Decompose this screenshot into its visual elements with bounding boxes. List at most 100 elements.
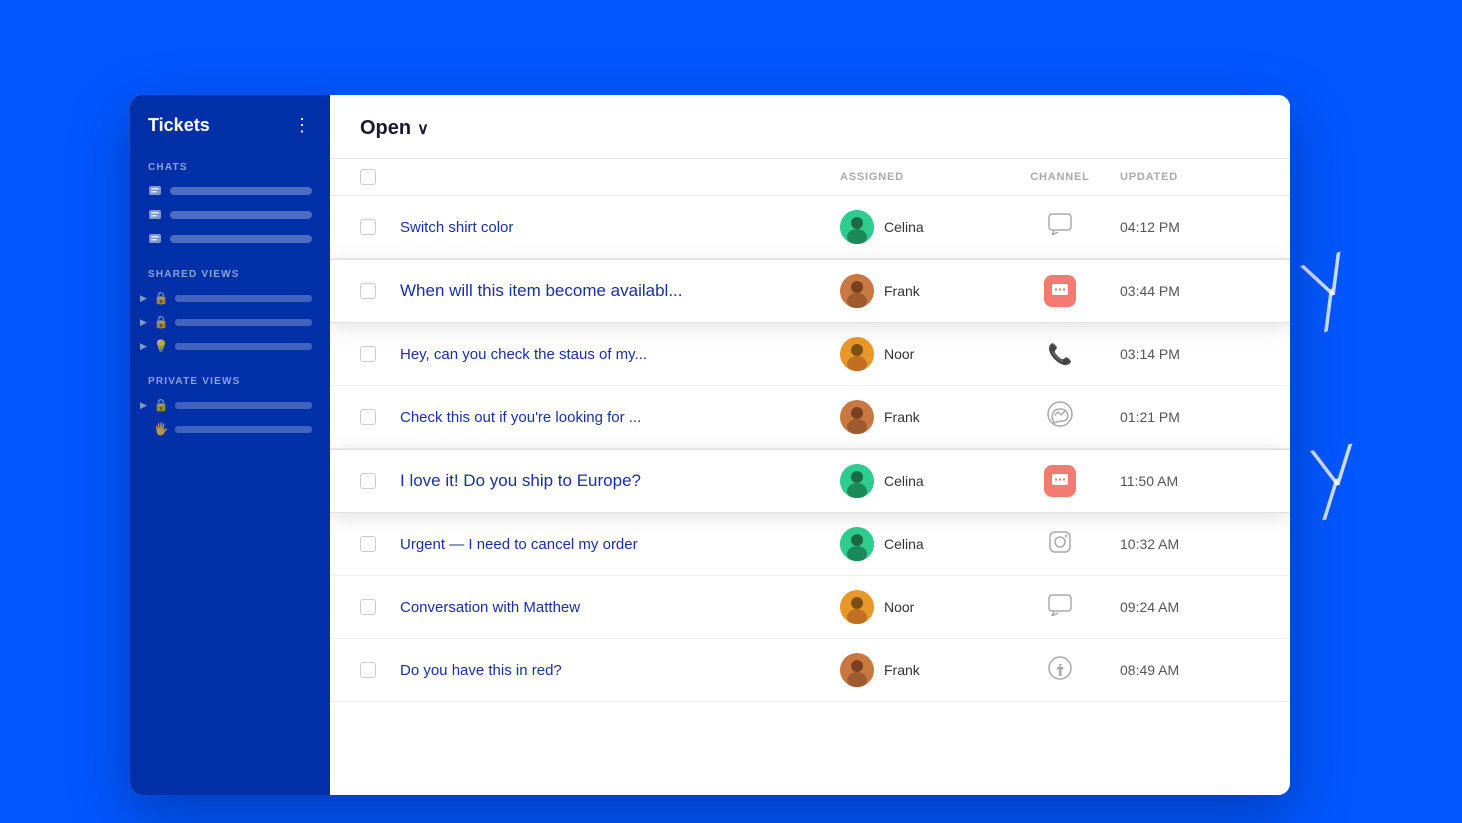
row-checkbox-1[interactable] — [360, 219, 376, 235]
agent-name-8: Frank — [884, 662, 920, 678]
channel-cell-1 — [1000, 213, 1120, 241]
row-subject-4: Check this out if you're looking for ... — [400, 409, 840, 426]
channel-cell-7 — [1000, 594, 1120, 621]
hand-icon: 🖐 — [153, 422, 169, 436]
assigned-cell-6: Celina — [840, 527, 1000, 561]
sidebar-item-chat-1[interactable] — [130, 179, 330, 203]
agent-name-7: Noor — [884, 599, 914, 615]
lock-icon-2: 🔒 — [153, 315, 169, 329]
table-row[interactable]: Urgent — I need to cancel my order Celin… — [330, 513, 1290, 576]
row-checkbox-3[interactable] — [360, 346, 376, 362]
shared-bar-3 — [175, 343, 312, 350]
row-subject-7: Conversation with Matthew — [400, 599, 840, 616]
select-all-checkbox[interactable] — [360, 169, 376, 185]
updated-8: 08:49 AM — [1120, 662, 1260, 678]
header-assigned: ASSIGNED — [840, 171, 1000, 183]
table-row[interactable]: I love it! Do you ship to Europe? Celina — [330, 449, 1290, 513]
agent-name-5: Celina — [884, 473, 924, 489]
chat-pink-icon-2 — [1044, 275, 1076, 307]
header-checkbox-col — [360, 169, 400, 185]
sidebar-item-private-2[interactable]: ▶ 🖐 — [130, 417, 330, 441]
channel-cell-8 — [1000, 656, 1120, 685]
shared-bar-2 — [175, 319, 312, 326]
sidebar-item-chat-3[interactable] — [130, 227, 330, 251]
chat-channel-icon-7 — [1048, 594, 1072, 621]
bulb-icon: 💡 — [153, 339, 169, 353]
chat-icon-1 — [148, 184, 162, 198]
table-row[interactable]: Check this out if you're looking for ...… — [330, 386, 1290, 449]
tickets-table: ASSIGNED CHANNEL UPDATED Switch shirt co… — [330, 159, 1290, 795]
row-checkbox-8[interactable] — [360, 662, 376, 678]
shared-bar-1 — [175, 295, 312, 302]
facebook-icon — [1048, 656, 1072, 685]
chevron-down-icon: ∨ — [417, 119, 429, 139]
channel-cell-2 — [1000, 275, 1120, 307]
row-subject-2: When will this item become availabl... — [400, 281, 840, 301]
chat-bar-1 — [170, 187, 312, 195]
row-subject-8: Do you have this in red? — [400, 662, 840, 679]
channel-cell-3: 📞 — [1000, 342, 1120, 367]
row-checkbox-2[interactable] — [360, 283, 376, 299]
sidebar-title: Tickets — [148, 115, 210, 136]
messenger-icon — [1047, 401, 1073, 433]
private-bar-2 — [175, 426, 312, 433]
avatar-noor-7 — [840, 590, 874, 624]
agent-name-2: Frank — [884, 283, 920, 299]
table-row[interactable]: Switch shirt color Celina 04:12 P — [330, 196, 1290, 259]
row-checkbox-5[interactable] — [360, 473, 376, 489]
chat-channel-icon-1 — [1048, 213, 1072, 241]
table-row[interactable]: Hey, can you check the staus of my... No… — [330, 323, 1290, 386]
sidebar-item-shared-1[interactable]: ▶ 🔒 — [130, 286, 330, 310]
avatar-celina-6 — [840, 527, 874, 561]
row-subject-6: Urgent — I need to cancel my order — [400, 536, 840, 553]
row-checkbox-6[interactable] — [360, 536, 376, 552]
chat-bar-3 — [170, 235, 312, 243]
updated-6: 10:32 AM — [1120, 536, 1260, 552]
phone-icon: 📞 — [1048, 342, 1073, 367]
sidebar-item-private-1[interactable]: ▶ 🔒 — [130, 393, 330, 417]
sidebar-item-shared-2[interactable]: ▶ 🔒 — [130, 310, 330, 334]
row-checkbox-7[interactable] — [360, 599, 376, 615]
agent-name-6: Celina — [884, 536, 924, 552]
table-row[interactable]: Conversation with Matthew Noor 09 — [330, 576, 1290, 639]
sidebar-item-shared-3[interactable]: ▶ 💡 — [130, 334, 330, 358]
channel-cell-5 — [1000, 465, 1120, 497]
main-header: Open ∨ — [330, 95, 1290, 159]
status-dropdown[interactable]: Open ∨ — [360, 117, 429, 158]
shared-views-label: SHARED VIEWS — [130, 261, 330, 286]
updated-3: 03:14 PM — [1120, 346, 1260, 362]
updated-2: 03:44 PM — [1120, 283, 1260, 299]
avatar-noor-3 — [840, 337, 874, 371]
assigned-cell-7: Noor — [840, 590, 1000, 624]
sidebar-menu-icon[interactable]: ⋮ — [293, 115, 312, 136]
avatar-frank-4 — [840, 400, 874, 434]
avatar-celina-5 — [840, 464, 874, 498]
assigned-cell-1: Celina — [840, 210, 1000, 244]
row-subject-3: Hey, can you check the staus of my... — [400, 346, 840, 363]
header-channel: CHANNEL — [1000, 171, 1120, 183]
agent-name-4: Frank — [884, 409, 920, 425]
channel-cell-6 — [1000, 530, 1120, 559]
assigned-cell-5: Celina — [840, 464, 1000, 498]
row-checkbox-4[interactable] — [360, 409, 376, 425]
table-row[interactable]: Do you have this in red? Frank 08 — [330, 639, 1290, 702]
app-window: Tickets ⋮ CHATS — [130, 95, 1290, 795]
private-bar-1 — [175, 402, 312, 409]
updated-5: 11:50 AM — [1120, 473, 1260, 489]
avatar-celina-1 — [840, 210, 874, 244]
sidebar: Tickets ⋮ CHATS — [130, 95, 330, 795]
agent-name-3: Noor — [884, 346, 914, 362]
sidebar-item-chat-2[interactable] — [130, 203, 330, 227]
lock-icon-3: 🔒 — [153, 398, 169, 412]
chat-pink-icon-5 — [1044, 465, 1076, 497]
assigned-cell-2: Frank — [840, 274, 1000, 308]
channel-cell-4 — [1000, 401, 1120, 433]
avatar-frank-8 — [840, 653, 874, 687]
chat-icon-2 — [148, 208, 162, 222]
table-row[interactable]: When will this item become availabl... F… — [330, 259, 1290, 323]
updated-7: 09:24 AM — [1120, 599, 1260, 615]
chat-bar-2 — [170, 211, 312, 219]
status-label: Open — [360, 117, 411, 140]
assigned-cell-4: Frank — [840, 400, 1000, 434]
row-subject-5: I love it! Do you ship to Europe? — [400, 471, 840, 491]
